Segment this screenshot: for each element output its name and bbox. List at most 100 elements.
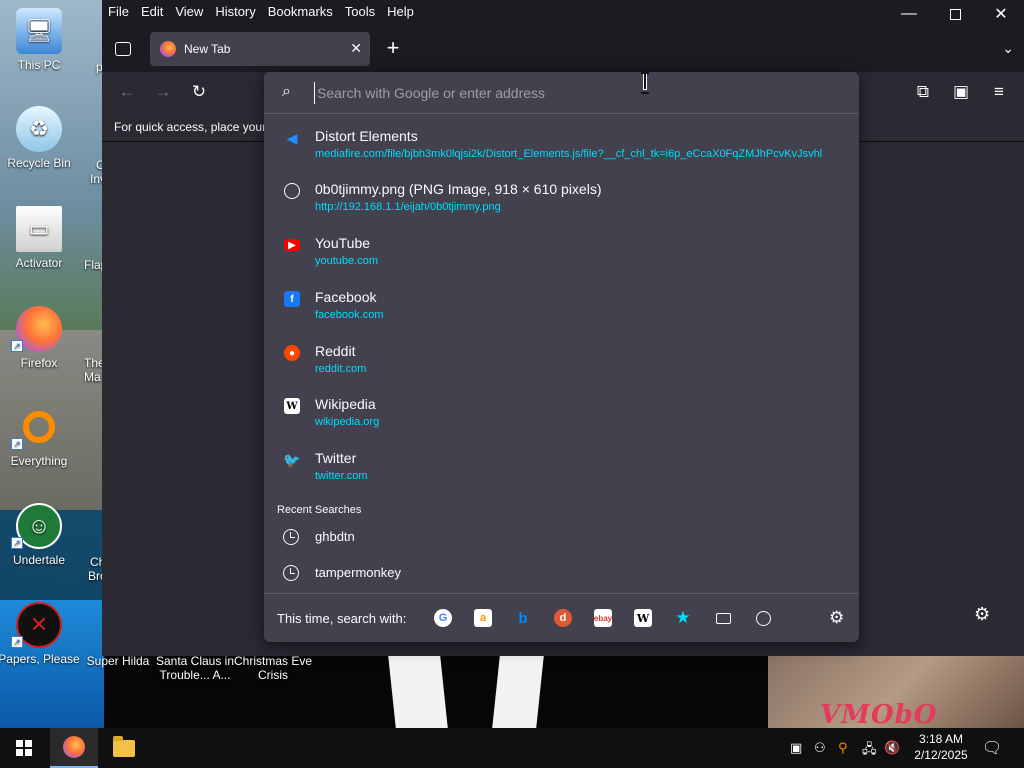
account-button[interactable]: ▣ bbox=[948, 80, 974, 104]
recent-search-row[interactable]: tampermonkey bbox=[264, 563, 859, 589]
list-all-tabs-button[interactable]: ⌄ bbox=[1002, 40, 1014, 57]
desktop-icon-label: Activator bbox=[15, 256, 63, 270]
tab-new-tab[interactable]: New Tab ✕ bbox=[150, 32, 370, 66]
shortcut-arrow-icon: ↗ bbox=[11, 438, 23, 450]
result-row[interactable]: 0b0tjimmy.png (PNG Image, 918 × 610 pixe… bbox=[264, 181, 859, 233]
network-icon[interactable]: 🖧 bbox=[862, 740, 877, 762]
minimize-button[interactable]: — bbox=[886, 0, 932, 28]
tab-bar: New Tab ✕ + ⌄ bbox=[102, 28, 1024, 70]
reload-button[interactable]: ↻ bbox=[186, 80, 212, 104]
windows-logo-icon bbox=[16, 740, 32, 756]
reload-icon: ↻ bbox=[191, 82, 207, 101]
partial-label: Ma bbox=[84, 370, 101, 384]
desktop-icon-label: Santa Claus in bbox=[155, 654, 235, 668]
urlbar-results-popup: ⌕ ◀ Distort Elements mediafire.com/file/… bbox=[264, 72, 859, 642]
desktop-icon-label: Christmas Eve bbox=[233, 654, 313, 668]
recent-search-row[interactable]: ghbdtn bbox=[264, 527, 859, 553]
menu-help[interactable]: Help bbox=[387, 4, 414, 19]
folder-icon bbox=[113, 735, 135, 757]
taskbar-clock[interactable]: 3:18 AM 2/12/2025 bbox=[906, 731, 976, 763]
result-title: Facebook bbox=[315, 289, 377, 305]
wallpaper-text: VMObO bbox=[820, 700, 938, 730]
newtab-settings-button[interactable]: ⚙ bbox=[974, 604, 990, 625]
result-url: mediafire.com/file/bjbh3mk0lqjsi2k/Disto… bbox=[315, 148, 823, 160]
desktop-icon-label: Papers, Please bbox=[0, 652, 80, 666]
start-button[interactable] bbox=[0, 728, 48, 768]
hamburger-icon: ≡ bbox=[994, 82, 1004, 101]
shortcut-arrow-icon: ↗ bbox=[11, 537, 23, 549]
desktop-icon-undertale[interactable]: ☺ Undertale ↗ bbox=[0, 503, 81, 567]
extensions-button[interactable]: ⧉ bbox=[910, 80, 936, 104]
result-title: Wikipedia bbox=[315, 396, 376, 412]
desktop-icon-activator[interactable]: ▭ Activator bbox=[0, 206, 81, 270]
amazon-icon[interactable]: a bbox=[474, 609, 492, 627]
taskbar-firefox[interactable] bbox=[50, 728, 98, 768]
taskbar-file-explorer[interactable] bbox=[100, 728, 148, 768]
firefox-icon bbox=[63, 736, 85, 758]
wikipedia-icon[interactable]: W bbox=[634, 609, 652, 627]
result-title: Twitter bbox=[315, 450, 357, 466]
forward-button[interactable]: → bbox=[150, 80, 176, 104]
result-row[interactable]: 🐦 Twitter twitter.com bbox=[264, 450, 859, 502]
result-row[interactable]: W Wikipedia wikipedia.org bbox=[264, 396, 859, 448]
desktop-icon-super-hilda[interactable]: Super Hilda bbox=[76, 654, 160, 668]
desktop-icon-everything[interactable]: Everything ↗ bbox=[0, 404, 81, 468]
menu-bookmarks[interactable]: Bookmarks bbox=[268, 4, 333, 19]
firefox-view-button[interactable] bbox=[110, 36, 136, 62]
tray-everything-icon[interactable]: ⚲ bbox=[838, 740, 848, 756]
result-url: facebook.com bbox=[315, 309, 384, 321]
close-tab-icon[interactable]: ✕ bbox=[350, 40, 362, 57]
desktop-icon-papers-please[interactable]: ✕ Papers, Please ↗ bbox=[0, 602, 81, 666]
history-clock-icon[interactable] bbox=[754, 609, 772, 627]
menu-file[interactable]: File bbox=[108, 4, 129, 19]
maximize-icon bbox=[949, 8, 961, 20]
history-clock-icon bbox=[283, 529, 299, 545]
tray-app-icon[interactable]: ▣ bbox=[790, 740, 802, 756]
bookmarks-star-icon[interactable]: ★ bbox=[674, 608, 692, 627]
duckduckgo-icon[interactable]: d bbox=[554, 609, 572, 627]
menu-tools[interactable]: Tools bbox=[345, 4, 375, 19]
result-url: wikipedia.org bbox=[315, 416, 380, 428]
file-icon: ▭ bbox=[16, 206, 62, 252]
desktop-icon-christmas-eve[interactable]: Christmas Eve Crisis bbox=[231, 654, 315, 682]
reddit-icon: ● bbox=[284, 345, 300, 361]
bing-icon[interactable]: b bbox=[514, 609, 532, 627]
result-url: twitter.com bbox=[315, 470, 368, 482]
volume-muted-icon[interactable]: 🔇 bbox=[884, 740, 900, 756]
desktop-icon-santa-claus[interactable]: Santa Claus in Trouble... A... bbox=[153, 654, 237, 682]
gear-icon: ⚙ bbox=[974, 604, 991, 624]
menu-view[interactable]: View bbox=[175, 4, 203, 19]
globe-icon bbox=[284, 183, 300, 199]
menu-history[interactable]: History bbox=[215, 4, 255, 19]
result-row[interactable]: f Facebook facebook.com bbox=[264, 289, 859, 341]
google-icon[interactable]: G bbox=[434, 609, 452, 627]
back-button[interactable]: ← bbox=[114, 80, 140, 104]
menu-edit[interactable]: Edit bbox=[141, 4, 163, 19]
urlbar: ⌕ bbox=[264, 72, 859, 114]
result-title: 0b0tjimmy.png (PNG Image, 918 × 610 pixe… bbox=[315, 181, 602, 197]
desktop-icon-this-pc[interactable]: 🖥 This PC bbox=[0, 8, 81, 72]
new-tab-button[interactable]: + bbox=[382, 37, 404, 60]
result-row[interactable]: ● Reddit reddit.com bbox=[264, 343, 859, 395]
taskbar: ▣ ⚇ ⚲ 🖧 🔇 3:18 AM 2/12/2025 🗨 bbox=[0, 728, 1024, 768]
result-row[interactable]: ▶ YouTube youtube.com bbox=[264, 235, 859, 287]
urlbar-input[interactable] bbox=[314, 82, 834, 104]
notification-icon[interactable]: 🗨 bbox=[982, 738, 1002, 758]
search-settings-gear-icon[interactable]: ⚙ bbox=[829, 608, 844, 628]
ebay-icon[interactable]: ebay bbox=[594, 609, 612, 627]
text-cursor-icon bbox=[640, 72, 650, 94]
result-row[interactable]: ◀ Distort Elements mediafire.com/file/bj… bbox=[264, 128, 859, 180]
desktop-icon-label: Super Hilda bbox=[86, 654, 150, 668]
maximize-button[interactable] bbox=[932, 0, 978, 28]
search-engine-switcher: This time, search with: G a b d ebay W ★… bbox=[264, 594, 859, 642]
computer-icon: 🖥 bbox=[16, 8, 62, 54]
recent-search-label: ghbdtn bbox=[315, 529, 355, 544]
search-icon: ⌕ bbox=[282, 83, 291, 100]
tray-network-people-icon[interactable]: ⚇ bbox=[814, 740, 826, 756]
wikipedia-icon: W bbox=[284, 398, 300, 414]
desktop-icon-firefox[interactable]: Firefox ↗ bbox=[0, 306, 81, 370]
app-menu-button[interactable]: ≡ bbox=[986, 80, 1012, 104]
tabs-icon[interactable] bbox=[714, 609, 732, 627]
close-window-button[interactable]: ✕ bbox=[978, 0, 1024, 28]
desktop-icon-recycle-bin[interactable]: ♻ Recycle Bin bbox=[0, 106, 81, 170]
